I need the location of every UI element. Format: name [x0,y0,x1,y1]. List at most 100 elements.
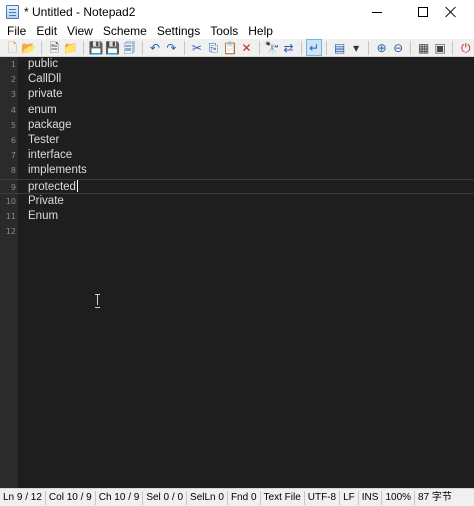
copy-icon[interactable]: ⎘ [205,39,222,56]
line-number: 12 [5,227,16,237]
zoom-out-icon[interactable]: ⊖ [390,39,407,56]
minimize-icon [372,11,382,13]
menu-tools[interactable]: Tools [205,22,243,40]
menu-settings[interactable]: Settings [152,22,205,40]
status-column[interactable]: Col 10 / 9 [46,490,96,505]
status-file-type[interactable]: Text File [261,490,305,505]
line-text[interactable]: Enum [28,209,58,224]
line-text[interactable]: Private [28,194,64,209]
toolbar-separator [452,40,454,55]
line-number: 8 [10,166,16,176]
word-wrap-icon[interactable]: ↵ [305,39,323,56]
exit-icon[interactable]: ⏻ [457,39,474,56]
line-number: 5 [10,120,16,130]
replace-icon[interactable]: ⇄ [280,39,297,56]
settings-icon[interactable]: ▦ [415,39,432,56]
line-text-content: private [28,88,63,101]
line-text-content: enum [28,103,57,116]
editor-line[interactable]: 3 private [0,87,474,102]
line-text-content: implements [28,164,87,177]
editor-line[interactable]: 1 public [0,57,474,72]
line-text[interactable]: private [28,87,63,102]
scheme-icon[interactable]: ▤ [331,39,348,56]
line-text[interactable]: public [28,57,58,72]
editor-line[interactable]: 4 enum [0,103,474,118]
status-bar: Ln 9 / 12 Col 10 / 9 Ch 10 / 9 Sel 0 / 0… [0,488,474,506]
redo-icon[interactable]: ↷ [163,39,180,56]
dropdown-arrow-icon[interactable]: ▾ [348,39,365,56]
editor-line[interactable]: 10 Private [0,194,474,209]
status-selected-lines: SelLn 0 [187,490,228,505]
line-text[interactable]: interface [28,148,72,163]
menu-help[interactable]: Help [243,22,278,40]
toolbar: 🗋 📂 🗎 📁 💾 💾 🗐 ↶ ↷ ✂ ⎘ 📋 ✕ 🔭 ⇄ ↵ ▤ ▾ ⊕ ⊖ ▦ ▣ ⏻ [0,39,474,57]
line-number: 6 [10,136,16,145]
status-line[interactable]: Ln 9 / 12 [0,490,46,505]
save-icon[interactable]: 💾 [88,39,105,56]
open-icon[interactable]: 📂 [21,39,38,56]
paste-icon[interactable]: 📋 [222,39,239,56]
new-icon[interactable]: 🗋 [4,39,21,56]
editor-line[interactable]: 9 protected [0,178,474,195]
open-folder-icon[interactable]: 📁 [63,39,80,56]
line-number: 4 [10,105,16,115]
status-zoom[interactable]: 100% [382,490,416,505]
status-selection: Sel 0 / 0 [143,490,188,505]
status-insert-mode[interactable]: INS [359,490,383,505]
delete-icon[interactable]: ✕ [238,39,255,56]
line-text-content: Enum [28,210,59,222]
window-title: * Untitled - Notepad2 [24,5,136,19]
status-char: Ch 10 / 9 [96,490,144,505]
mouse-ibeam-cursor-icon [95,294,101,308]
status-line-ending[interactable]: LF [340,490,359,505]
line-number: 2 [10,75,16,85]
line-text[interactable]: Tester [28,133,59,148]
line-text-content: public [28,58,59,70]
menu-file[interactable]: File [2,22,31,40]
new-file-icon[interactable]: 🗎 [46,39,63,56]
editor-line[interactable]: 11 Enum [0,209,474,224]
line-number: 1 [10,60,16,69]
line-text-content: CallDll [28,73,62,86]
line-number: 3 [10,90,16,100]
editor-line[interactable]: 7 interface [0,148,474,163]
save-all-icon[interactable]: 🗐 [121,39,138,56]
close-button[interactable] [428,0,474,24]
close-icon [445,6,457,18]
editor-line[interactable]: 5 package [0,118,474,133]
save-as-icon[interactable]: 💾 [105,39,122,56]
line-text[interactable]: protected [28,179,78,195]
status-encoding[interactable]: UTF-8 [305,490,341,505]
line-text-content: Tester [28,134,60,146]
menu-scheme[interactable]: Scheme [98,22,152,40]
line-text[interactable]: package [28,118,71,133]
toolbar-separator [83,40,85,55]
editor-line[interactable]: 8 implements [0,163,474,178]
toolbar-separator [410,40,412,55]
menu-view[interactable]: View [62,22,98,40]
line-text-content: Private [28,194,64,207]
toolbar-separator [183,40,185,55]
menu-bar: File Edit View Scheme Settings Tools Hel… [0,22,474,40]
text-editor[interactable]: 1 public 2 CallDll 3 private 4 enum 5 package 6 Tes… [0,57,474,488]
editor-line[interactable]: 12 [0,224,474,239]
minimize-button[interactable] [354,0,400,24]
line-text[interactable]: enum [28,103,57,118]
line-number: 9 [10,182,16,192]
find-icon[interactable]: 🔭 [264,39,281,56]
toolbar-separator [258,40,260,55]
line-text-content: interface [28,149,73,162]
menu-edit[interactable]: Edit [31,22,62,40]
line-text-content: protected [28,180,76,193]
editor-line[interactable]: 2 CallDll [0,72,474,87]
line-text[interactable]: implements [28,163,87,178]
line-number: 11 [5,212,16,221]
zoom-in-icon[interactable]: ⊕ [373,39,390,56]
undo-icon[interactable]: ↶ [147,39,164,56]
view-icon[interactable]: ▣ [432,39,449,56]
cut-icon[interactable]: ✂ [189,39,206,56]
line-text[interactable]: CallDll [28,72,61,87]
toolbar-separator [141,40,143,55]
notepad-app-icon[interactable] [6,5,19,19]
editor-line[interactable]: 6 Tester [0,133,474,148]
